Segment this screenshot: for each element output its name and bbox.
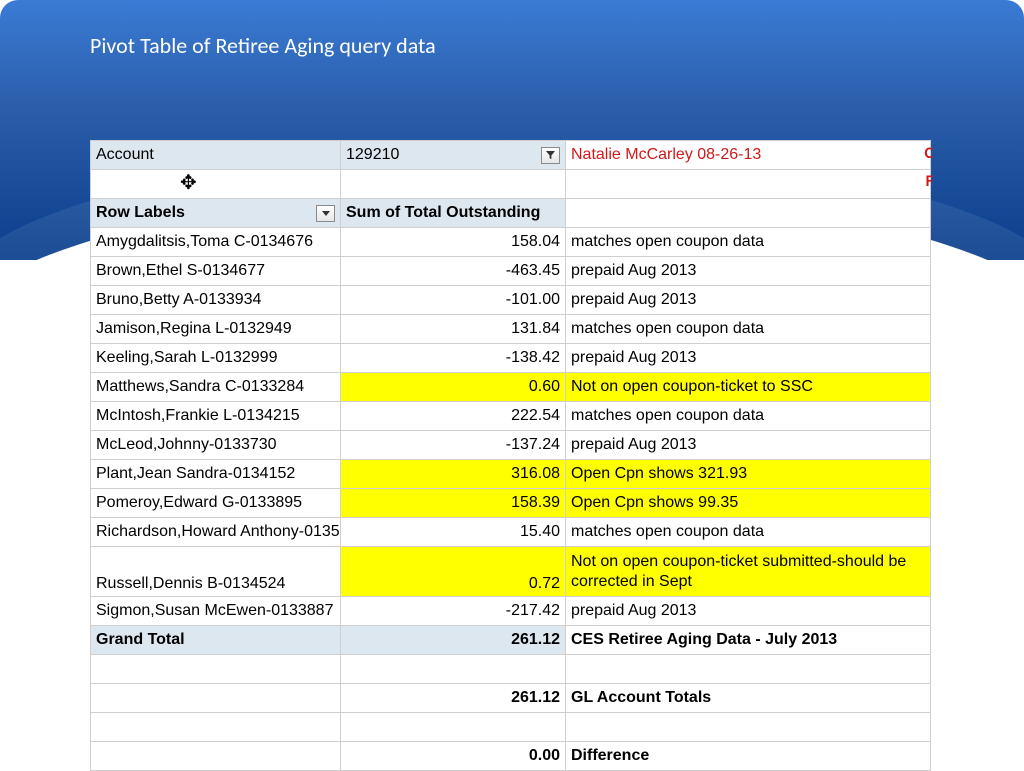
table-row: Amygdalitsis,Toma C-0134676158.04matches… <box>91 228 931 257</box>
row-label: Bruno,Betty A-0133934 <box>91 286 341 315</box>
row-labels-header[interactable]: Row Labels <box>91 199 341 228</box>
row-label: Brown,Ethel S-0134677 <box>91 257 341 286</box>
row-note: matches open coupon data <box>566 228 931 257</box>
row-value: 131.84 <box>341 315 566 344</box>
difference-row: 0.00 Difference <box>91 742 931 771</box>
difference-value: 0.00 <box>341 742 566 771</box>
row-value: 158.39 <box>341 489 566 518</box>
row-note: Open Cpn shows 321.93 <box>566 460 931 489</box>
row-value: 222.54 <box>341 402 566 431</box>
row-note: prepaid Aug 2013 <box>566 597 931 626</box>
row-value: -138.42 <box>341 344 566 373</box>
dropdown-icon[interactable] <box>316 205 335 222</box>
table-row: Matthews,Sandra C-01332840.60Not on open… <box>91 373 931 402</box>
grand-total-value: 261.12 <box>341 626 566 655</box>
row-value: 0.60 <box>341 373 566 402</box>
row-value: -101.00 <box>341 286 566 315</box>
slide-title: Pivot Table of Retiree Aging query data <box>90 32 436 59</box>
sum-header: Sum of Total Outstanding <box>341 199 566 228</box>
table-row: Pomeroy,Edward G-0133895158.39Open Cpn s… <box>91 489 931 518</box>
gl-total-note: GL Account Totals <box>566 684 931 713</box>
row-label: Matthews,Sandra C-0133284 <box>91 373 341 402</box>
difference-note: Difference <box>566 742 931 771</box>
row-label: Plant,Jean Sandra-0134152 <box>91 460 341 489</box>
row-note: Open Cpn shows 99.35 <box>566 489 931 518</box>
row-value: -463.45 <box>341 257 566 286</box>
account-value: 129210 <box>346 146 399 163</box>
row-label: Jamison,Regina L-0132949 <box>91 315 341 344</box>
filter-icon[interactable] <box>541 147 560 164</box>
row-note: Not on open coupon-ticket to SSC <box>566 373 931 402</box>
row-label: Keeling,Sarah L-0132999 <box>91 344 341 373</box>
table-row: McLeod,Johnny-0133730-137.24prepaid Aug … <box>91 431 931 460</box>
row-value: -137.24 <box>341 431 566 460</box>
row-note: prepaid Aug 2013 <box>566 344 931 373</box>
slide: Pivot Table of Retiree Aging query data … <box>0 0 1024 768</box>
grand-total-row: Grand Total 261.12 CES Retiree Aging Dat… <box>91 626 931 655</box>
account-label: Account <box>91 141 341 170</box>
blank-row <box>91 713 931 742</box>
row-label: Sigmon,Susan McEwen-0133887 <box>91 597 341 626</box>
row-label: McIntosh,Frankie L-0134215 <box>91 402 341 431</box>
table-row: Brown,Ethel S-0134677-463.45prepaid Aug … <box>91 257 931 286</box>
row-label: McLeod,Johnny-0133730 <box>91 431 341 460</box>
grand-total-note: CES Retiree Aging Data - July 2013 <box>566 626 931 655</box>
table-row: Plant,Jean Sandra-0134152316.08Open Cpn … <box>91 460 931 489</box>
table-row: Bruno,Betty A-0133934-101.00prepaid Aug … <box>91 286 931 315</box>
account-value-cell[interactable]: 129210 <box>341 141 566 170</box>
gl-totals-row: 261.12 GL Account Totals <box>91 684 931 713</box>
row-value: 0.72 <box>341 547 566 597</box>
table-row: McIntosh,Frankie L-0134215222.54matches … <box>91 402 931 431</box>
column-headers: Row Labels Sum of Total Outstanding <box>91 199 931 228</box>
row-note: matches open coupon data <box>566 315 931 344</box>
row-label: Amygdalitsis,Toma C-0134676 <box>91 228 341 257</box>
blank-row <box>91 655 931 684</box>
row-value: 15.40 <box>341 518 566 547</box>
table-row: Richardson,Howard Anthony-01354115.40mat… <box>91 518 931 547</box>
clipped-text: C <box>925 144 933 163</box>
blank-row <box>91 170 931 199</box>
table-row: Keeling,Sarah L-0132999-138.42prepaid Au… <box>91 344 931 373</box>
row-note: matches open coupon data <box>566 518 931 547</box>
table-row: Sigmon,Susan McEwen-0133887-217.42prepai… <box>91 597 931 626</box>
row-note: prepaid Aug 2013 <box>566 286 931 315</box>
gl-total-value: 261.12 <box>341 684 566 713</box>
row-note: prepaid Aug 2013 <box>566 257 931 286</box>
table-row: Jamison,Regina L-0132949131.84matches op… <box>91 315 931 344</box>
grand-total-label: Grand Total <box>91 626 341 655</box>
row-value: 158.04 <box>341 228 566 257</box>
row-value: -217.42 <box>341 597 566 626</box>
row-note: prepaid Aug 2013 <box>566 431 931 460</box>
row-labels-text: Row Labels <box>96 204 185 221</box>
row-value: 316.08 <box>341 460 566 489</box>
row-label: Pomeroy,Edward G-0133895 <box>91 489 341 518</box>
table-row: Russell,Dennis B-01345240.72Not on open … <box>91 547 931 597</box>
clipped-text: F <box>926 172 933 191</box>
row-note: Not on open coupon-ticket submitted-shou… <box>566 547 931 597</box>
row-label: Russell,Dennis B-0134524 <box>91 547 341 597</box>
row-label: Richardson,Howard Anthony-013541 <box>91 518 341 547</box>
filter-row: Account 129210 Natalie McCarley 08-26-13 <box>91 141 931 170</box>
pivot-table: ✥ C F Account 129210 Natalie McCarley 08… <box>90 140 931 771</box>
header-note: Natalie McCarley 08-26-13 <box>566 141 931 170</box>
row-note: matches open coupon data <box>566 402 931 431</box>
